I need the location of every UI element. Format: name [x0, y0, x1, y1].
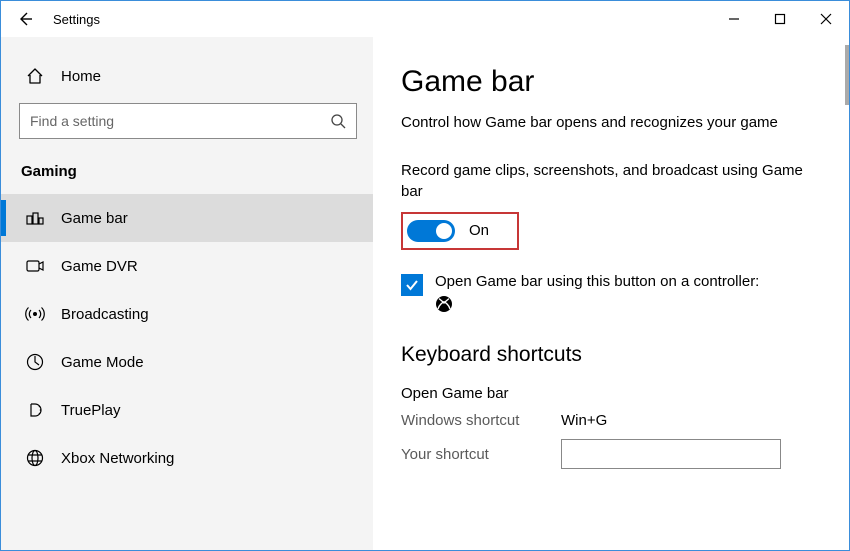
scrollbar-thumb[interactable] [845, 45, 849, 105]
close-icon [820, 13, 832, 25]
nav-item-label: TruePlay [61, 402, 120, 419]
xbox-guide-icon [435, 295, 759, 313]
record-toggle[interactable] [407, 220, 455, 242]
nav-item-label: Game DVR [61, 258, 138, 275]
titlebar: Settings [1, 1, 849, 37]
nav-item-label: Xbox Networking [61, 450, 174, 467]
game-dvr-icon [25, 256, 45, 276]
nav-item-xbox-networking[interactable]: Xbox Networking [1, 434, 373, 482]
sidebar: Home Gaming Game bar [1, 37, 373, 550]
nav-item-trueplay[interactable]: TruePlay [1, 386, 373, 434]
page-title: Game bar [401, 65, 821, 99]
home-link[interactable]: Home [1, 59, 373, 93]
minimize-icon [728, 13, 740, 25]
toggle-label: Record game clips, screenshots, and broa… [401, 161, 811, 202]
nav-item-game-dvr[interactable]: Game DVR [1, 242, 373, 290]
shortcut-group: Open Game bar Windows shortcut Win+G You… [401, 385, 821, 469]
nav-item-game-bar[interactable]: Game bar [1, 194, 373, 242]
broadcasting-icon [25, 304, 45, 324]
game-bar-icon [25, 208, 45, 228]
game-mode-icon [25, 352, 45, 372]
window-title: Settings [53, 12, 711, 27]
controller-checkbox[interactable] [401, 274, 423, 296]
maximize-icon [774, 13, 786, 25]
xbox-networking-icon [25, 448, 45, 468]
nav-list: Game bar Game DVR Broadcasting [1, 194, 373, 482]
back-arrow-icon [16, 10, 34, 28]
home-label: Home [61, 68, 101, 85]
your-shortcut-label: Your shortcut [401, 446, 561, 463]
nav-item-label: Game Mode [61, 354, 144, 371]
close-button[interactable] [803, 1, 849, 37]
your-shortcut-input[interactable] [561, 439, 781, 469]
nav-item-broadcasting[interactable]: Broadcasting [1, 290, 373, 338]
category-label: Gaming [1, 153, 373, 194]
nav-item-game-mode[interactable]: Game Mode [1, 338, 373, 386]
maximize-button[interactable] [757, 1, 803, 37]
content-panel: Game bar Control how Game bar opens and … [373, 37, 849, 550]
home-icon [25, 67, 45, 85]
trueplay-icon [25, 400, 45, 420]
windows-shortcut-label: Windows shortcut [401, 412, 561, 429]
toggle-highlight-box: On [401, 212, 519, 250]
minimize-button[interactable] [711, 1, 757, 37]
page-description: Control how Game bar opens and recognize… [401, 113, 811, 133]
windows-shortcut-value: Win+G [561, 412, 607, 429]
toggle-knob [436, 223, 452, 239]
shortcuts-heading: Keyboard shortcuts [401, 343, 821, 367]
nav-item-label: Broadcasting [61, 306, 149, 323]
check-icon [404, 277, 420, 293]
shortcut-group-title: Open Game bar [401, 385, 821, 402]
search-icon [330, 113, 346, 129]
checkbox-label: Open Game bar using this button on a con… [435, 272, 759, 292]
search-box[interactable] [19, 103, 357, 139]
nav-item-label: Game bar [61, 210, 128, 227]
toggle-state-text: On [469, 222, 489, 239]
back-button[interactable] [11, 5, 39, 33]
search-input[interactable] [30, 113, 330, 129]
